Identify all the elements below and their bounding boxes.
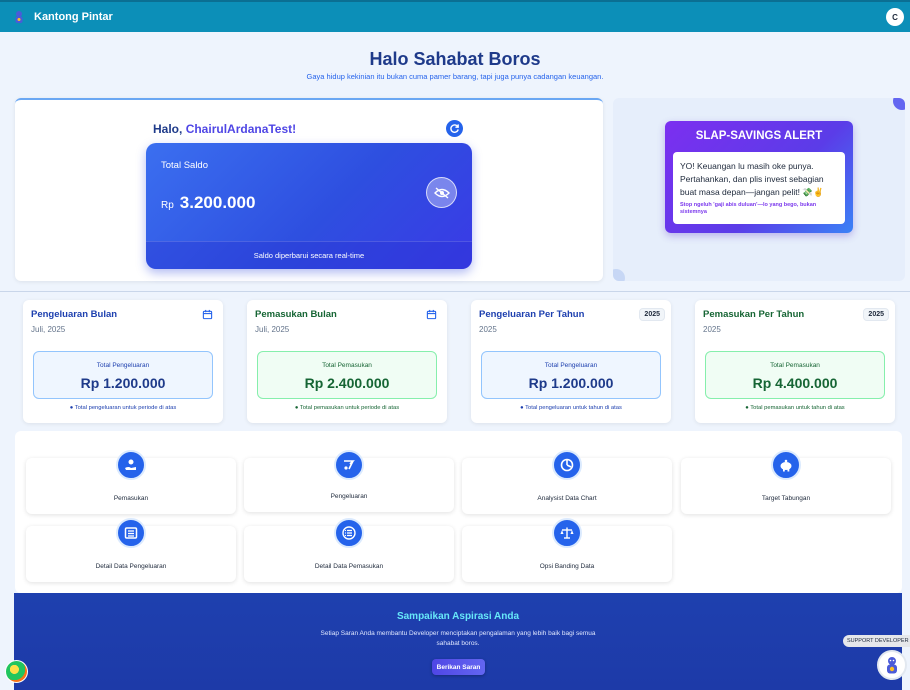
menu-item-label: Analysist Data Chart xyxy=(537,495,597,502)
alert-note: Stop ngeluh 'gaji abis duluan'—lo yang b… xyxy=(680,202,817,215)
user-avatar[interactable]: C xyxy=(886,8,904,26)
menu-item-label: Pemasukan xyxy=(113,495,149,502)
calendar-icon[interactable] xyxy=(426,309,437,320)
year-badge[interactable]: 2025 xyxy=(639,308,665,321)
menu-item-expense-detail[interactable]: Detail Data Pengeluaran xyxy=(26,518,236,582)
stat-value: Rp 2.400.000 xyxy=(304,375,390,391)
stat-total-box: Total Pengeluaran Rp 1.200.000 xyxy=(33,351,213,399)
balance-currency: Rp xyxy=(161,200,174,211)
expense-icon xyxy=(334,450,364,480)
stat-card-yearly-expense: Pengeluaran Per Tahun 2025 2025 Total Pe… xyxy=(471,300,671,423)
section-divider xyxy=(0,291,910,292)
top-navbar: Kantong Pintar C xyxy=(0,0,910,32)
page-title: Halo Sahabat Boros xyxy=(369,49,541,69)
feedback-section: Sampaikan Aspirasi Anda Setiap Saran And… xyxy=(14,593,902,690)
feedback-text: Setiap Saran Anda membantu Developer men… xyxy=(320,630,596,647)
alert-panel: SLAP-SAVINGS ALERT YO! Keuangan lu masih… xyxy=(613,98,905,281)
pie-chart-icon xyxy=(552,450,582,480)
eye-off-icon xyxy=(433,186,450,199)
stat-title: Pemasukan Per Tahun xyxy=(703,309,805,320)
balance-footer: Saldo diperbarui secara real-time xyxy=(146,241,472,269)
menu-item-label: Pengeluaran xyxy=(330,493,368,500)
stat-note: ● Total pemasukan untuk periode di atas xyxy=(294,405,400,411)
stat-total-box: Total Pengeluaran Rp 1.200.000 xyxy=(481,351,661,399)
stat-note-text: Total pemasukan untuk tahun di atas xyxy=(750,405,845,411)
mascot-icon xyxy=(887,657,897,674)
savings-alert-card: SLAP-SAVINGS ALERT YO! Keuangan lu masih… xyxy=(665,121,853,233)
decor-circle xyxy=(893,98,905,110)
menu-item-label: Detail Data Pemasukan xyxy=(314,563,384,570)
calendar-icon[interactable] xyxy=(202,309,213,320)
stat-note-text: Total pemasukan untuk periode di atas xyxy=(299,405,400,411)
menu-item-compare-data[interactable]: Opsi Banding Data xyxy=(462,518,672,582)
give-feedback-button[interactable]: Berikan Saran xyxy=(432,659,485,675)
balance-value: 3.200.000 xyxy=(179,193,256,212)
stat-box-label: Total Pemasukan xyxy=(770,362,820,369)
stat-box-label: Total Pengeluaran xyxy=(96,362,150,369)
stat-box-label: Total Pemasukan xyxy=(322,362,372,369)
refresh-icon xyxy=(450,124,459,133)
refresh-button[interactable] xyxy=(446,120,463,137)
piggy-logo-icon xyxy=(12,10,26,24)
stat-card-monthly-income: Pemasukan Bulan Juli, 2025 Total Pemasuk… xyxy=(247,300,447,423)
stat-value: Rp 1.200.000 xyxy=(80,375,166,391)
stat-title: Pengeluaran Bulan xyxy=(31,309,118,320)
stat-title: Pengeluaran Per Tahun xyxy=(479,309,585,320)
stat-value: Rp 1.200.000 xyxy=(528,375,614,391)
stat-total-box: Total Pemasukan Rp 2.400.000 xyxy=(257,351,437,399)
floating-avatar[interactable] xyxy=(5,660,28,683)
alert-message: YO! Keuangan lu masih oke punya. Pertaha… xyxy=(680,161,824,197)
stat-total-box: Total Pemasukan Rp 4.400.000 xyxy=(705,351,885,399)
menu-item-label: Opsi Banding Data xyxy=(539,563,595,570)
balance-card: Total Saldo Rp 3.200.000 Saldo diperbaru… xyxy=(146,143,472,269)
toggle-visibility-button[interactable] xyxy=(426,177,457,208)
page-subtitle: Gaya hidup kekinian itu bukan cuma pamer… xyxy=(306,72,604,81)
list-icon xyxy=(334,518,364,548)
stat-card-monthly-expense: Pengeluaran Bulan Juli, 2025 Total Penge… xyxy=(23,300,223,423)
stat-note: ● Total pengeluaran untuk tahun di atas xyxy=(520,405,622,411)
stat-note: ● Total pengeluaran untuk periode di ata… xyxy=(69,405,177,411)
stat-card-yearly-income: Pemasukan Per Tahun 2025 2025 Total Pema… xyxy=(695,300,895,423)
scale-icon xyxy=(552,518,582,548)
stat-note-text: Total pengeluaran untuk periode di atas xyxy=(74,405,177,411)
stat-period: 2025 xyxy=(703,325,721,334)
greeting-prefix: Halo, xyxy=(153,122,183,136)
menu-item-pengeluaran[interactable]: Pengeluaran xyxy=(244,450,454,512)
stat-value: Rp 4.400.000 xyxy=(752,375,838,391)
alert-body: YO! Keuangan lu masih oke punya. Pertaha… xyxy=(673,152,845,224)
menu-item-pemasukan[interactable]: Pemasukan xyxy=(26,450,236,514)
stat-note: ● Total pemasukan untuk tahun di atas xyxy=(745,405,845,411)
stat-note-text: Total pengeluaran untuk tahun di atas xyxy=(525,405,622,411)
greeting-username: ChairulArdanaTest! xyxy=(185,122,297,136)
alert-title: SLAP-SAVINGS ALERT xyxy=(695,130,823,142)
menu-item-label: Target Tabungan xyxy=(761,495,811,502)
stat-box-label: Total Pengeluaran xyxy=(544,362,598,369)
greeting-text: Halo, ChairulArdanaTest! xyxy=(153,122,296,136)
income-hand-icon xyxy=(116,450,146,480)
feedback-title: Sampaikan Aspirasi Anda xyxy=(396,611,520,622)
decor-circle xyxy=(613,269,625,281)
stat-period: Juli, 2025 xyxy=(255,325,290,334)
year-badge[interactable]: 2025 xyxy=(863,308,889,321)
menu-item-savings-target[interactable]: Target Tabungan xyxy=(681,450,891,514)
balance-label: Total Saldo xyxy=(161,160,209,171)
stat-title: Pemasukan Bulan xyxy=(255,309,337,320)
menu-item-analysis-chart[interactable]: Analysist Data Chart xyxy=(462,450,672,514)
support-developer-label[interactable]: SUPPORT DEVELOPER xyxy=(843,635,910,647)
app-brand[interactable]: Kantong Pintar xyxy=(34,11,113,23)
menu-item-income-detail[interactable]: Detail Data Pemasukan xyxy=(244,518,454,582)
stat-period: 2025 xyxy=(479,325,497,334)
list-detail-icon xyxy=(116,518,146,548)
stat-period: Juli, 2025 xyxy=(31,325,66,334)
piggy-bank-icon xyxy=(771,450,801,480)
balance-amount: Rp 3.200.000 xyxy=(161,193,255,213)
menu-item-label: Detail Data Pengeluaran xyxy=(95,563,167,570)
support-developer-button[interactable] xyxy=(877,650,907,680)
